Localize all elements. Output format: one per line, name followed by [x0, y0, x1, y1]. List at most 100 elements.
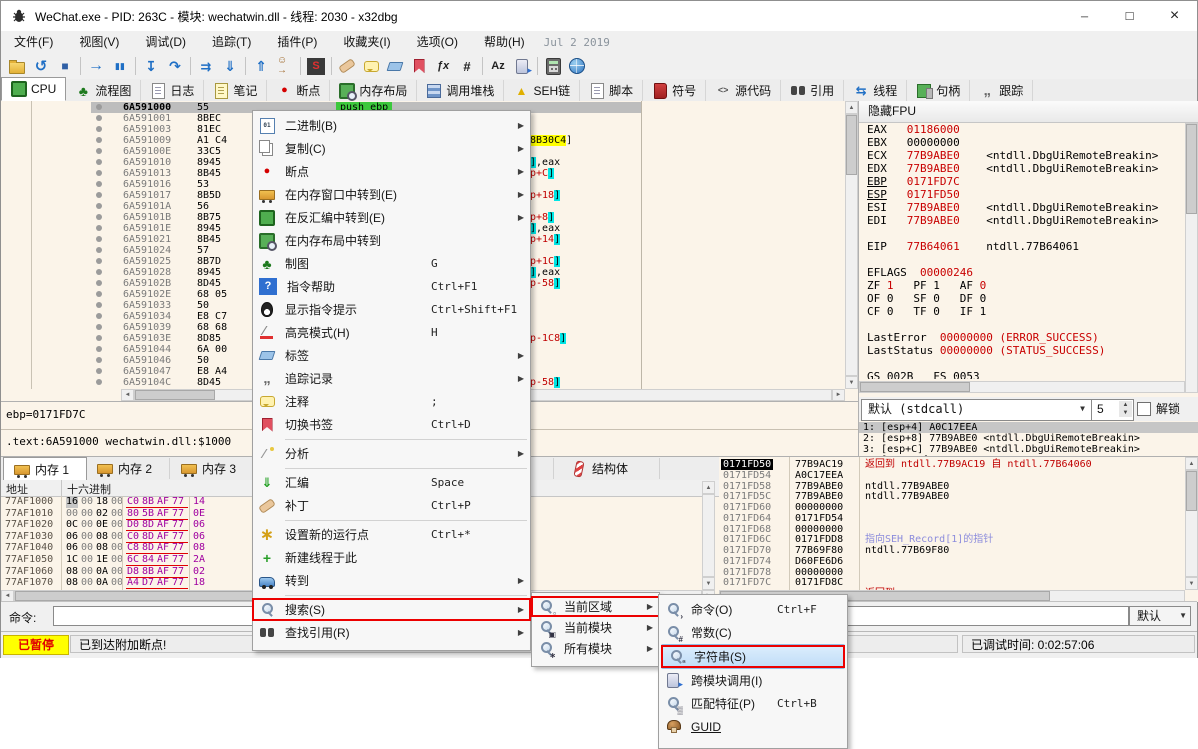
minimize-button[interactable]: [1062, 1, 1107, 30]
menu-item-制图[interactable]: ♣制图G: [253, 252, 530, 275]
breakpoint-dot-icon[interactable]: [96, 181, 102, 187]
dump-byte-pointer[interactable]: 80: [127, 508, 139, 520]
run-to-user-button[interactable]: ⇉: [194, 55, 218, 77]
menu-item-显示指令提示[interactable]: 显示指令提示Ctrl+Shift+F1: [253, 298, 530, 321]
dump-byte-pointer[interactable]: D8: [127, 566, 139, 578]
patch-button[interactable]: [335, 55, 359, 77]
dump-byte[interactable]: 16: [66, 496, 78, 508]
run-to-user-code-button[interactable]: ☺→: [273, 55, 297, 77]
menu-item-所有模块[interactable]: ∗所有模块: [532, 638, 659, 659]
menu-item-注释[interactable]: 注释;: [253, 390, 530, 413]
stack-argument-row[interactable]: 1: [esp+4] A0C17EEA: [859, 422, 1198, 433]
dump-byte[interactable]: 00: [81, 531, 93, 543]
step-over-button[interactable]: ↷: [163, 55, 187, 77]
menu-item-转到[interactable]: 转到: [253, 569, 530, 592]
menu-item-二进制(B)[interactable]: 二进制(B): [253, 114, 530, 137]
dump-tab-3[interactable]: 内存 3: [171, 458, 254, 479]
comment-button[interactable]: [359, 55, 383, 77]
register-line[interactable]: ZF 1 PF 1 AF 0: [859, 279, 1185, 292]
pause-button[interactable]: ▮▮: [108, 55, 132, 77]
dump-byte-pointer[interactable]: C0: [127, 531, 139, 543]
tab-CPU[interactable]: CPU: [1, 77, 66, 101]
dump-byte-pointer[interactable]: A4: [127, 577, 139, 589]
tab-笔记[interactable]: 笔记: [204, 80, 267, 101]
menubar-item-1[interactable]: 视图(V): [66, 31, 132, 53]
step-out-button[interactable]: ⇑: [249, 55, 273, 77]
breakpoint-dot-icon[interactable]: [96, 236, 102, 242]
breakpoint-dot-icon[interactable]: [96, 170, 102, 176]
menu-item-标签[interactable]: 标签: [253, 344, 530, 367]
menubar-item-5[interactable]: 收藏夹(I): [330, 31, 403, 53]
dump-tab-1[interactable]: 内存 1: [3, 457, 87, 482]
dump-scroll-up-button[interactable]: ▲: [702, 481, 715, 494]
breakpoint-dot-icon[interactable]: [96, 115, 102, 121]
dump-byte-pointer[interactable]: 77: [172, 542, 184, 554]
unlock-checkbox[interactable]: [1137, 402, 1151, 416]
menu-item-在内存布局中转到[interactable]: 在内存布局中转到: [253, 229, 530, 252]
dump-byte[interactable]: 00: [66, 508, 78, 520]
menu-item-命令(O)[interactable]: ›命令(O)Ctrl+F: [659, 598, 847, 621]
dump-byte[interactable]: 00: [81, 519, 93, 531]
dump-byte-pointer[interactable]: 77: [172, 554, 184, 566]
tab-引用[interactable]: 引用: [781, 80, 844, 101]
dump-byte-pointer[interactable]: 77: [172, 519, 184, 531]
dump-byte[interactable]: 00: [81, 496, 93, 508]
dump-byte[interactable]: 00: [81, 542, 93, 554]
dump-byte[interactable]: 0C: [66, 519, 78, 531]
menu-item-设置新的运行点[interactable]: ∗设置新的运行点Ctrl+*: [253, 523, 530, 546]
register-line[interactable]: [859, 253, 1185, 266]
register-line[interactable]: ESI 77B9ABE0 <ntdll.DbgUiRemoteBreakin>: [859, 201, 1185, 214]
disasm-scroll-right-button[interactable]: ►: [832, 389, 845, 401]
dump-tab-2[interactable]: 内存 2: [87, 458, 170, 479]
register-line[interactable]: EAX 01186000: [859, 123, 1185, 136]
tab-断点[interactable]: ●断点: [267, 80, 330, 101]
dump-byte[interactable]: 1E: [96, 554, 108, 566]
stack-argument-row[interactable]: 3: [esp+C] 77B9ABE0 <ntdll.DbgUiRemoteBr…: [859, 444, 1198, 455]
dump-byte[interactable]: 14: [193, 496, 205, 508]
menu-item-字符串(S)[interactable]: “字符串(S): [661, 644, 845, 669]
breakpoint-dot-icon[interactable]: [96, 126, 102, 132]
stack-scroll-down-button[interactable]: ▼: [1185, 577, 1198, 590]
dump-byte[interactable]: 1C: [66, 554, 78, 566]
dump-byte[interactable]: 06: [193, 531, 205, 543]
tab-跟踪[interactable]: „跟踪: [970, 80, 1033, 101]
dump-byte-pointer[interactable]: 8D: [142, 542, 154, 554]
disasm-scroll-down-button[interactable]: ▼: [845, 376, 858, 389]
dump-byte[interactable]: 08: [66, 577, 78, 589]
register-line[interactable]: [859, 357, 1185, 370]
register-line[interactable]: ECX 77B9ABE0 <ntdll.DbgUiRemoteBreakin>: [859, 149, 1185, 162]
menubar-item-4[interactable]: 插件(P): [264, 31, 330, 53]
registers-hscroll-thumb[interactable]: [860, 382, 970, 392]
dump-byte[interactable]: 06: [193, 519, 205, 531]
tab-struct[interactable]: 结构体: [561, 458, 660, 479]
menu-item-高亮模式(H)[interactable]: 高亮模式(H)H: [253, 321, 530, 344]
tab-日志[interactable]: 日志: [141, 80, 204, 101]
menu-item-分析[interactable]: 分析: [253, 442, 530, 465]
dump-byte-pointer[interactable]: AF: [157, 496, 169, 508]
hash-button[interactable]: #: [455, 55, 479, 77]
maximize-button[interactable]: [1107, 1, 1152, 30]
menubar-item-7[interactable]: 帮助(H): [471, 31, 538, 53]
arg-count-spinner[interactable]: 5: [1091, 399, 1134, 421]
dump-byte-pointer[interactable]: D7: [142, 577, 154, 589]
register-line[interactable]: EDI 77B9ABE0 <ntdll.DbgUiRemoteBreakin>: [859, 214, 1185, 227]
menu-item-搜索(S)[interactable]: 搜索(S): [253, 598, 530, 621]
dump-byte-pointer[interactable]: AF: [157, 531, 169, 543]
breakpoint-dot-icon[interactable]: [96, 225, 102, 231]
dump-byte-pointer[interactable]: 77: [172, 566, 184, 578]
breakpoint-dot-icon[interactable]: [96, 368, 102, 374]
register-line[interactable]: LastError 00000000 (ERROR_SUCCESS): [859, 331, 1185, 344]
dump-scroll-down-button[interactable]: ▼: [702, 577, 715, 590]
menu-item-断点[interactable]: ●断点: [253, 160, 530, 183]
breakpoint-dot-icon[interactable]: [96, 335, 102, 341]
menu-item-查找引用(R)[interactable]: 查找引用(R): [253, 621, 530, 644]
dump-byte[interactable]: 0A: [96, 566, 108, 578]
breakpoint-dot-icon[interactable]: [96, 247, 102, 253]
tab-流程图[interactable]: ♣流程图: [66, 80, 141, 101]
register-line[interactable]: ESP 0171FD50: [859, 188, 1185, 201]
breakpoint-dot-icon[interactable]: [96, 159, 102, 165]
dump-byte-pointer[interactable]: 8B: [142, 496, 154, 508]
register-line[interactable]: [859, 318, 1185, 331]
menu-item-匹配特征(P)[interactable]: ▒匹配特征(P)Ctrl+B: [659, 692, 847, 715]
tab-脚本[interactable]: 脚本: [580, 80, 643, 101]
